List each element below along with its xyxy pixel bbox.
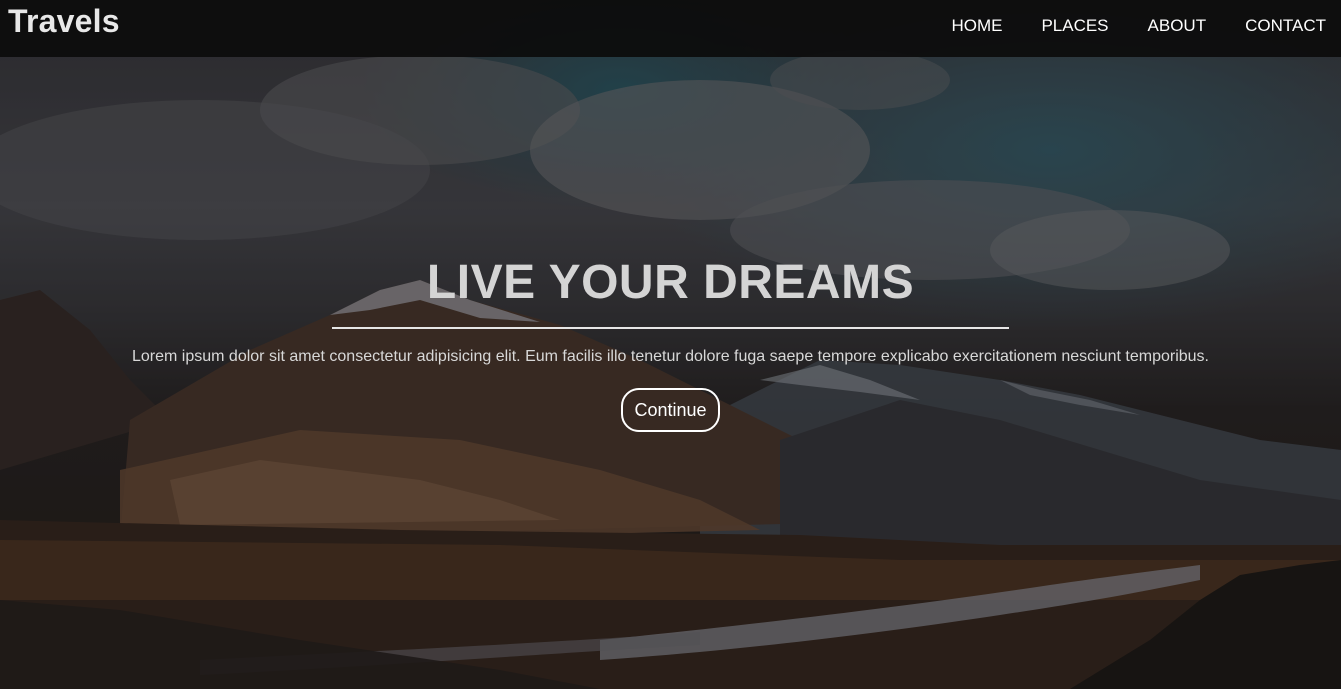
brand-logo[interactable]: Travels	[8, 3, 120, 40]
page: Travels HOME PLACES ABOUT CONTACT LIVE Y…	[0, 0, 1341, 689]
nav-link-home[interactable]: HOME	[951, 16, 1002, 36]
nav-link-places[interactable]: PLACES	[1041, 16, 1108, 36]
hero-section: LIVE YOUR DREAMS Lorem ipsum dolor sit a…	[0, 255, 1341, 432]
hero-divider	[332, 327, 1009, 329]
nav-links: HOME PLACES ABOUT CONTACT	[912, 16, 1326, 36]
hero-description: Lorem ipsum dolor sit amet consectetur a…	[132, 348, 1209, 365]
hero-title: LIVE YOUR DREAMS	[426, 256, 915, 309]
nav-link-contact[interactable]: CONTACT	[1245, 16, 1326, 36]
nav-link-about[interactable]: ABOUT	[1148, 16, 1207, 36]
continue-button[interactable]: Continue	[621, 388, 720, 432]
top-navbar: Travels HOME PLACES ABOUT CONTACT	[0, 0, 1341, 57]
